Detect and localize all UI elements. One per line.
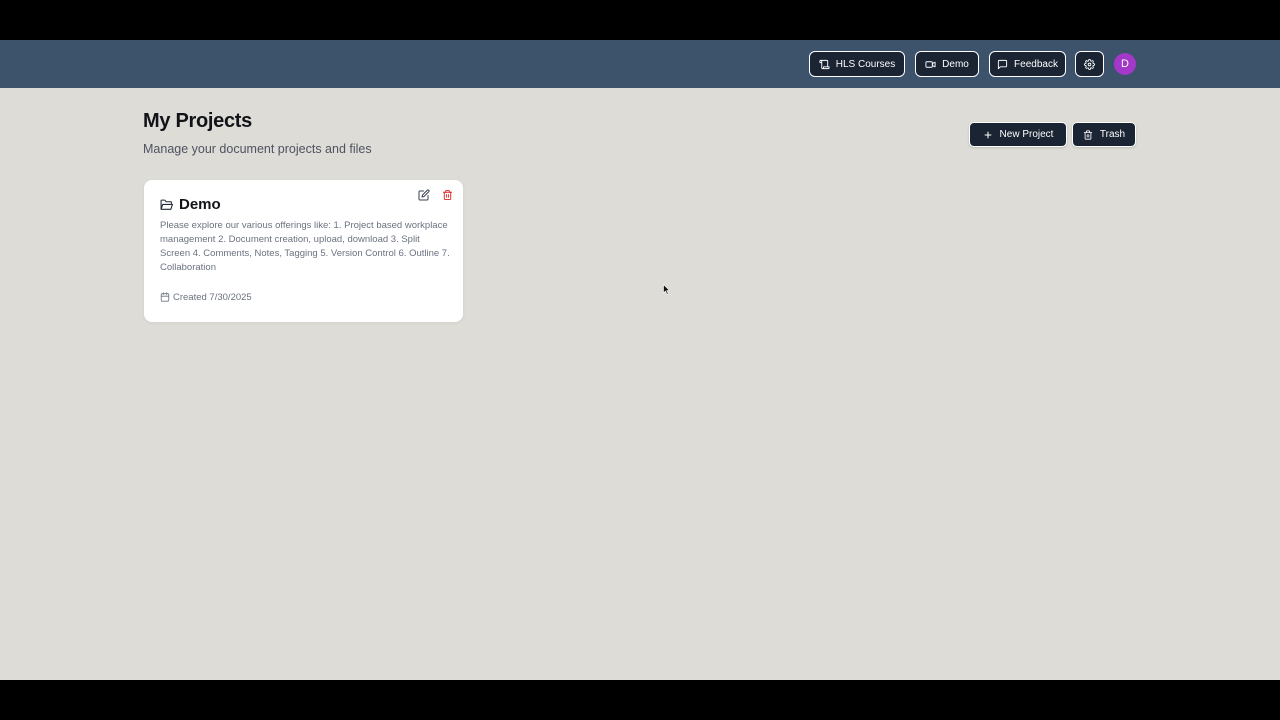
demo-label: Demo — [942, 58, 969, 70]
message-square-icon — [997, 59, 1008, 69]
feedback-label: Feedback — [1014, 58, 1058, 70]
project-card[interactable]: Demo Please explore our various offering… — [144, 180, 463, 322]
edit-icon[interactable] — [418, 189, 430, 201]
app-root: HLS Courses Demo Feedback D My Projects … — [0, 40, 1280, 680]
letterbox-top — [0, 0, 1280, 40]
settings-button[interactable] — [1075, 51, 1104, 77]
hls-courses-label: HLS Courses — [835, 58, 896, 70]
calendar-icon — [160, 292, 170, 302]
gear-icon — [1084, 58, 1095, 70]
hls-courses-button[interactable]: HLS Courses — [809, 51, 905, 77]
project-created-date: Created 7/30/2025 — [173, 292, 252, 303]
feedback-button[interactable]: Feedback — [989, 51, 1066, 77]
mouse-cursor-icon — [663, 284, 670, 295]
folder-open-icon — [160, 199, 173, 210]
user-avatar[interactable]: D — [1114, 53, 1136, 75]
new-project-button[interactable]: New Project — [969, 122, 1067, 147]
trash-icon[interactable] — [442, 189, 453, 201]
page-title: My Projects — [143, 110, 252, 132]
letterbox-bottom — [0, 680, 1280, 720]
project-title: Demo — [179, 196, 221, 213]
plus-icon — [984, 131, 991, 138]
demo-button[interactable]: Demo — [915, 51, 979, 77]
new-project-label: New Project — [999, 129, 1054, 140]
trash-label: Trash — [1099, 129, 1126, 140]
project-description: Please explore our various offerings lik… — [160, 220, 450, 273]
page-subtitle: Manage your document projects and files — [143, 142, 372, 156]
scroll-icon — [819, 59, 830, 69]
trash-button[interactable]: Trash — [1072, 122, 1136, 147]
avatar-initial: D — [1121, 58, 1129, 70]
top-bar: HLS Courses Demo Feedback D — [0, 40, 1280, 88]
trash-icon — [1083, 129, 1093, 140]
video-icon — [925, 60, 936, 68]
